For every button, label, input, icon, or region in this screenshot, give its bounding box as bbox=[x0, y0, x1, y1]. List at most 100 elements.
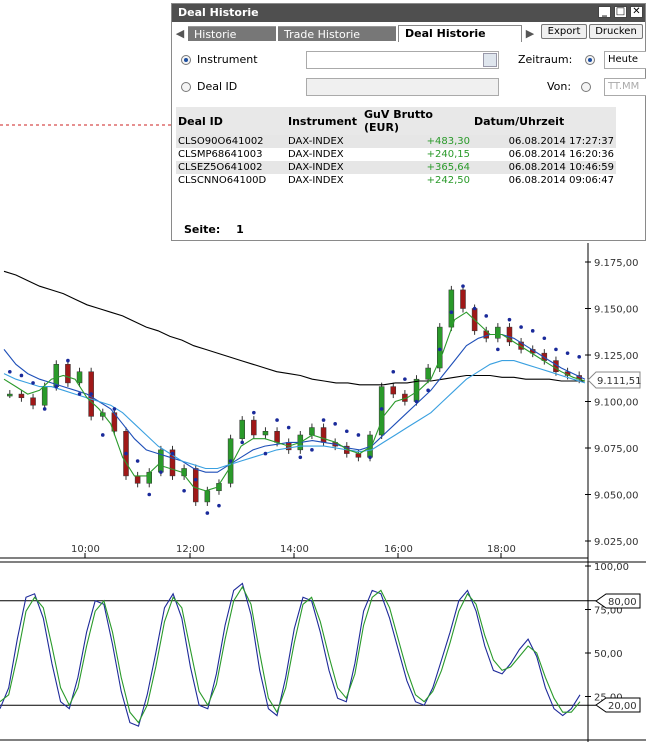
y-tick-label: 9.150,00 bbox=[594, 305, 639, 316]
zeitraum-radio[interactable] bbox=[585, 55, 595, 65]
candle bbox=[41, 386, 48, 406]
sar-dot bbox=[263, 451, 268, 456]
deal-id-input[interactable] bbox=[306, 78, 499, 96]
sar-dot bbox=[356, 433, 361, 437]
col-guv[interactable]: GuV Brutto (EUR) bbox=[362, 107, 472, 135]
close-icon[interactable]: ✕ bbox=[630, 6, 643, 18]
tab-deal-historie[interactable]: Deal Historie bbox=[398, 25, 522, 42]
tab-scroll-right-icon[interactable]: ▶ bbox=[524, 27, 536, 40]
sar-dot bbox=[19, 373, 24, 378]
sar-dot bbox=[54, 384, 59, 389]
cell-datetime: 06.08.2014 09:06:47 bbox=[508, 175, 614, 186]
deal-table: Deal ID Instrument GuV Brutto (EUR) Datu… bbox=[176, 107, 616, 187]
y-tick-label: 9.125,00 bbox=[594, 351, 639, 362]
cell-datetime: 06.08.2014 16:20:36 bbox=[508, 149, 614, 160]
sar-dot bbox=[437, 347, 442, 352]
sar-dot bbox=[298, 455, 303, 460]
sar-dot bbox=[228, 459, 233, 463]
sar-dot bbox=[193, 477, 198, 482]
osc-tick-label: 100,00 bbox=[594, 562, 629, 573]
minimize-icon[interactable]: _ bbox=[598, 6, 611, 18]
candle bbox=[7, 393, 13, 397]
cell-instrument: DAX-INDEX bbox=[288, 149, 344, 160]
candle bbox=[320, 427, 327, 443]
sar-dot bbox=[42, 407, 47, 411]
search-icon[interactable] bbox=[483, 53, 497, 67]
sar-dot bbox=[217, 503, 221, 508]
x-tick-label: 16:00 bbox=[384, 544, 413, 555]
deal-id-label: Deal ID bbox=[197, 80, 238, 93]
candle bbox=[378, 386, 385, 436]
y-tick-label: 9.175,00 bbox=[594, 258, 639, 269]
candle bbox=[18, 393, 25, 399]
candle bbox=[65, 364, 71, 384]
candle bbox=[192, 468, 199, 503]
y-tick-label: 9.050,00 bbox=[594, 491, 639, 502]
von-date-input[interactable]: TT.MM bbox=[604, 78, 646, 96]
sar-dot bbox=[159, 470, 163, 474]
candle bbox=[158, 449, 164, 473]
tab-scroll-left-icon[interactable]: ◀ bbox=[174, 27, 186, 40]
sar-dot bbox=[77, 392, 82, 396]
sar-dot bbox=[333, 422, 337, 426]
candle bbox=[309, 427, 315, 436]
export-button[interactable]: Export bbox=[541, 24, 587, 39]
col-deal-id[interactable]: Deal ID bbox=[176, 107, 286, 135]
sar-dot bbox=[182, 488, 186, 493]
von-radio[interactable] bbox=[581, 82, 591, 92]
tab-historie[interactable]: Historie bbox=[188, 26, 276, 41]
deal-history-dialog[interactable]: Deal Historie _ □ ✕ ◀ Historie Trade His… bbox=[171, 3, 646, 241]
sar-dot bbox=[124, 451, 128, 456]
tab-trade-historie[interactable]: Trade Historie bbox=[278, 26, 396, 41]
col-instrument[interactable]: Instrument bbox=[286, 107, 362, 135]
sar-dot bbox=[135, 459, 140, 463]
axis-ticks: 9.175,00 9.150,00 9.125,00 9.100,00 9.075,00… bbox=[71, 258, 639, 704]
osc-tick-label: 50,00 bbox=[594, 649, 623, 660]
sar-dot bbox=[519, 325, 523, 329]
sar-dot bbox=[379, 407, 384, 411]
sar-dot bbox=[414, 399, 419, 404]
price-series bbox=[3, 270, 586, 515]
cell-guv: +240,15 bbox=[426, 149, 470, 160]
instrument-input[interactable] bbox=[306, 51, 499, 69]
sar-dot bbox=[554, 347, 558, 352]
col-datetime[interactable]: Datum/Uhrzeit bbox=[472, 107, 616, 135]
x-tick-label: 18:00 bbox=[487, 544, 516, 555]
cell-guv: +242,50 bbox=[426, 175, 470, 186]
candle bbox=[262, 431, 269, 436]
sar-dot bbox=[252, 410, 256, 415]
instrument-radio[interactable] bbox=[181, 55, 191, 65]
table-row[interactable]: CLSCNNO64100D DAX-INDEX +242,50 06.08.20… bbox=[176, 174, 616, 187]
instrument-label: Instrument bbox=[197, 53, 258, 66]
sar-dot bbox=[461, 284, 465, 288]
sar-dot bbox=[31, 381, 35, 385]
maximize-icon[interactable]: □ bbox=[614, 6, 627, 18]
dialog-titlebar[interactable]: Deal Historie _ □ ✕ bbox=[172, 4, 645, 22]
svg-text:9.111,51: 9.111,51 bbox=[597, 376, 642, 387]
sar-dot bbox=[275, 418, 279, 422]
sar-dot bbox=[240, 440, 245, 445]
print-button[interactable]: Drucken bbox=[589, 24, 643, 39]
sar-dot bbox=[530, 329, 535, 333]
pagination: Seite: 1 bbox=[184, 223, 244, 236]
table-row[interactable]: CLSMP68641003 DAX-INDEX +240,15 06.08.20… bbox=[176, 148, 616, 161]
candle bbox=[495, 326, 501, 339]
cell-instrument: DAX-INDEX bbox=[286, 161, 362, 174]
cell-deal-id: CLSCNNO64100D bbox=[178, 175, 267, 186]
von-label: Von: bbox=[547, 80, 572, 93]
candle bbox=[437, 326, 443, 369]
x-tick-label: 10:00 bbox=[71, 544, 100, 555]
oscillator-line bbox=[0, 582, 581, 727]
zeitraum-select[interactable]: Heute bbox=[604, 51, 646, 69]
sar-dot bbox=[368, 455, 372, 460]
svg-text:20,00: 20,00 bbox=[608, 701, 637, 712]
zeitraum-label: Zeitraum: bbox=[518, 53, 573, 66]
sar-dot bbox=[147, 492, 152, 497]
deal-id-radio[interactable] bbox=[181, 82, 191, 92]
sar-dot bbox=[565, 351, 570, 355]
table-row[interactable]: CLSEZ5O641002 DAX-INDEX +365,64 06.08.20… bbox=[176, 161, 616, 174]
page-number[interactable]: 1 bbox=[236, 223, 244, 236]
candle bbox=[30, 397, 36, 406]
table-row[interactable]: CLSO90O641002 DAX-INDEX +483,30 06.08.20… bbox=[176, 135, 616, 148]
table-header-row: Deal ID Instrument GuV Brutto (EUR) Datu… bbox=[176, 107, 616, 135]
